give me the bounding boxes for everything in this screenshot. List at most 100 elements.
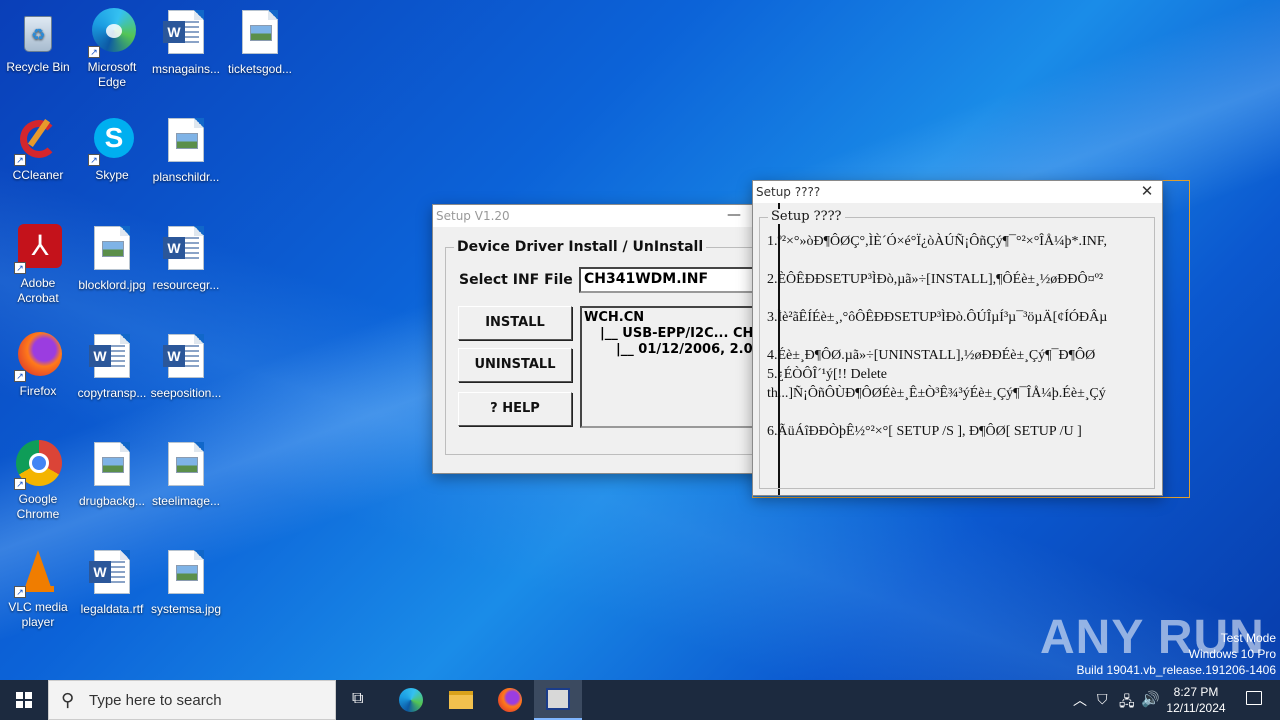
firefox-icon	[498, 688, 522, 712]
uninstall-button[interactable]: UNINSTALL	[458, 348, 572, 382]
acrobat-icon: ⅄ ↗	[14, 224, 62, 274]
speaker-icon: 🔊	[1141, 691, 1160, 708]
taskbar-edge[interactable]	[390, 680, 430, 720]
shield-icon: ⛉	[1097, 691, 1108, 707]
action-center-button[interactable]	[1234, 680, 1274, 720]
desktop-icon-recycle-bin[interactable]: ♻ Recycle Bin	[0, 8, 76, 75]
desktop-icon-firefox[interactable]: ↗ Firefox	[0, 332, 76, 399]
task-view-icon: ⧉	[352, 690, 364, 707]
image-file-icon	[236, 10, 284, 58]
desktop-icon-label: steelimage...	[151, 494, 221, 508]
help-line-3: 3.Ìè²ãÊÍÉè±¸,°ôÔÊÐÐSETUP³ÌÐò.ÔÚÎµÍ³µ¯³öµ…	[767, 310, 1108, 325]
help-line-2: 2.ÈÔÊÐÐSETUP³ÌÐò,µã»÷[INSTALL],¶ÔÉè±¸½øÐ…	[767, 272, 1104, 287]
show-hidden-icons-button[interactable]: ︿	[1068, 680, 1092, 720]
desktop-icon-label: blocklord.jpg	[78, 278, 146, 292]
help-button[interactable]: ? HELP	[458, 392, 572, 426]
clock-time: 8:27 PM	[1173, 685, 1219, 699]
ccleaner-icon: ↗	[14, 116, 62, 166]
desktop-icon-label: drugbackg...	[78, 494, 146, 508]
taskbar-setup-app[interactable]	[534, 680, 582, 720]
close-button[interactable]: ✕	[1130, 181, 1164, 203]
clock-date: 12/11/2024	[1166, 701, 1226, 715]
chrome-icon: ↗	[14, 440, 62, 490]
help-window-body: Setup ???? 1.º²×°»òÐ¶ÔØÇ°,ÌÈ´Ó×é°Ï¿òÀÚÑ¡…	[753, 203, 1162, 495]
help-group-title: Setup ????	[768, 209, 845, 224]
search-icon: ⚲	[61, 690, 75, 710]
desktop-icon-label: msnagains...	[151, 62, 221, 76]
tray-security[interactable]: ⛉	[1094, 680, 1116, 720]
word-doc-icon: W	[162, 226, 210, 274]
image-file-icon	[162, 118, 210, 166]
help-group: Setup ???? 1.º²×°»òÐ¶ÔØÇ°,ÌÈ´Ó×é°Ï¿òÀÚÑ¡…	[759, 209, 1155, 489]
desktop-icon-steelimage[interactable]: steelimage...	[148, 440, 224, 509]
help-line-6: 6.ÃüÁîÐÐÒþÊ½°²×°[ SETUP /S ], Ð¶ÔØ[ SETU…	[767, 424, 1082, 439]
taskbar-file-explorer[interactable]	[440, 680, 480, 720]
desktop-icon-msnagains[interactable]: W msnagains...	[148, 8, 224, 77]
desktop-icon-skype[interactable]: S ↗ Skype	[74, 116, 150, 183]
desktop-icon-drugbackg[interactable]: drugbackg...	[74, 440, 150, 509]
tray-network[interactable]: 🖧	[1116, 680, 1138, 720]
desktop-icon-seeposition[interactable]: W seeposition...	[148, 332, 224, 401]
desktop-icon-label: Adobe Acrobat	[17, 276, 59, 305]
minimize-button[interactable]: —	[717, 205, 751, 227]
setup-window-titlebar[interactable]: Setup V1.20 —	[433, 205, 761, 227]
tray-volume[interactable]: 🔊	[1138, 680, 1162, 720]
desktop-icon-blocklord[interactable]: blocklord.jpg	[74, 224, 150, 293]
desktop-icon-label: systemsa.jpg	[150, 602, 222, 616]
vlc-icon: ↗	[14, 548, 62, 598]
start-button[interactable]	[0, 680, 48, 720]
desktop-icon-copytransp[interactable]: W copytransp...	[74, 332, 150, 401]
help-line-5b: th...]Ñ¡ÔñÔÙÐ¶ÔØÉè±¸Ê±Ò³Ê¾³ýÉè±¸Çý¶¯ÎÅ¼þ…	[767, 386, 1106, 401]
desktop-icon-microsoft-edge[interactable]: ↗ Microsoft Edge	[74, 8, 150, 90]
image-file-icon	[88, 226, 136, 274]
desktop-icon-label: legaldata.rtf	[80, 602, 144, 616]
build-text: Build 19041.vb_release.191206-1406	[1076, 663, 1277, 677]
windows-build-watermark: Test Mode Windows 10 Pro Build 19041.vb_…	[1077, 630, 1277, 678]
taskbar-search-box[interactable]: ⚲ Type here to search	[48, 680, 336, 720]
desktop-icon-planschildr[interactable]: planschildr...	[148, 116, 224, 185]
search-placeholder: Type here to search	[89, 692, 222, 709]
image-file-icon	[88, 442, 136, 490]
word-doc-icon: W	[88, 550, 136, 598]
firefox-icon: ↗	[14, 332, 62, 382]
inf-file-label: Select INF File :	[459, 272, 584, 288]
desktop-icon-label: Google Chrome	[16, 492, 60, 521]
desktop-icon-label: planschildr...	[152, 170, 220, 184]
desktop-icon-resourcegr[interactable]: W resourcegr...	[148, 224, 224, 293]
desktop-icon-ticketsgod[interactable]: ticketsgod...	[222, 8, 298, 77]
clock[interactable]: 8:27 PM 12/11/2024	[1162, 680, 1230, 720]
inf-file-value: CH341WDM.INF	[584, 271, 709, 287]
chevron-up-icon: ︿	[1073, 692, 1087, 708]
setup-window: Setup V1.20 — Device Driver Install / Un…	[432, 204, 775, 474]
word-doc-icon: W	[162, 334, 210, 382]
install-button[interactable]: INSTALL	[458, 306, 572, 340]
desktop-icon-vlc[interactable]: ↗ VLC media player	[0, 548, 76, 630]
windows-logo-icon	[16, 692, 32, 708]
inf-file-combobox[interactable]: CH341WDM.INF	[579, 267, 769, 293]
desktop-icon-systemsa[interactable]: systemsa.jpg	[148, 548, 224, 617]
driver-info-tree[interactable]: WCH.CN |__ USB-EPP/I2C... CH3 |__ 01/12/…	[580, 306, 770, 428]
test-mode-text: Test Mode	[1220, 631, 1276, 645]
taskbar-firefox[interactable]	[490, 680, 530, 720]
desktop-icon-label: Recycle Bin	[6, 60, 70, 74]
windows-edition-text: Windows 10 Pro	[1188, 647, 1276, 661]
notification-icon	[1246, 691, 1262, 705]
help-window-titlebar[interactable]: Setup ???? ✕	[753, 181, 1162, 203]
taskbar: ⚲ Type here to search ⧉ ︿ ⛉ 🖧 🔊 8:27 PM …	[0, 680, 1280, 720]
desktop-icon-adobe-acrobat[interactable]: ⅄ ↗ Adobe Acrobat	[0, 224, 76, 306]
desktop-icon-label: seeposition...	[150, 386, 222, 400]
desktop-icon-label: Firefox	[19, 384, 57, 398]
desktop-icon-label: resourcegr...	[152, 278, 220, 292]
desktop-icon-ccleaner[interactable]: ↗ CCleaner	[0, 116, 76, 183]
desktop-icon-label: CCleaner	[12, 168, 64, 182]
help-text: 1.º²×°»òÐ¶ÔØÇ°,ÌÈ´Ó×é°Ï¿òÀÚÑ¡ÔñÇý¶¯°²×°Î…	[767, 232, 1149, 441]
desktop-icon-label: copytransp...	[77, 386, 147, 400]
desktop-icon-google-chrome[interactable]: ↗ Google Chrome	[0, 440, 76, 522]
task-view-button[interactable]: ⧉	[340, 680, 380, 720]
desktop-icon-legaldata[interactable]: W legaldata.rtf	[74, 548, 150, 617]
driver-install-group-title: Device Driver Install / UnInstall	[454, 239, 707, 255]
desktop-icon-label: VLC media player	[8, 600, 68, 629]
setup-window-title: Setup V1.20	[436, 209, 510, 223]
edge-icon: ↗	[88, 8, 136, 58]
image-file-icon	[162, 550, 210, 598]
